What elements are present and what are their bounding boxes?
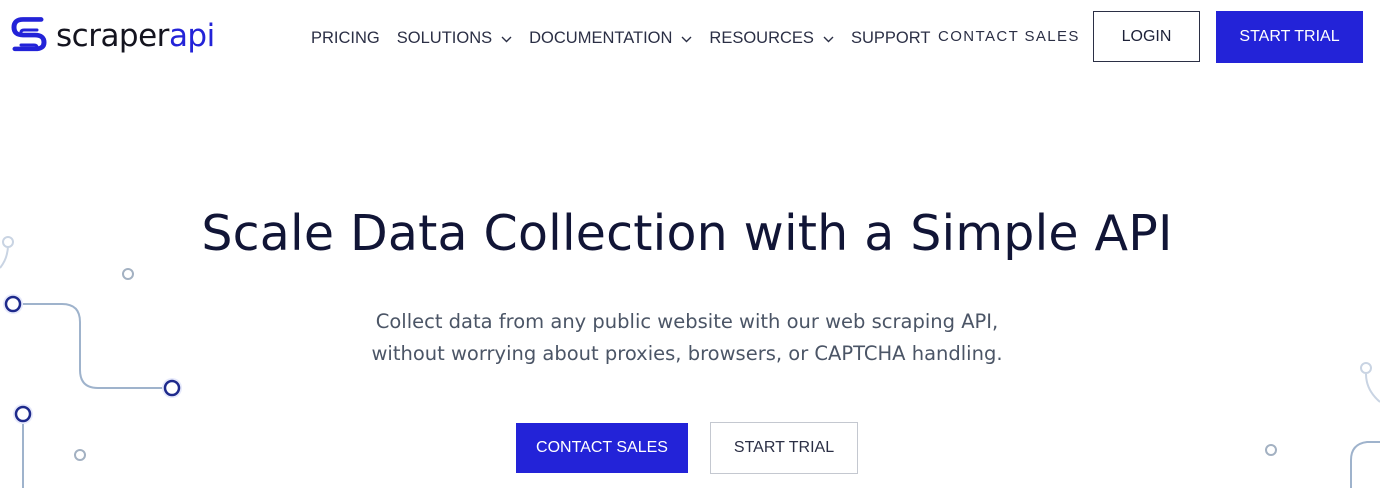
- nav-item-support[interactable]: SUPPORT: [851, 27, 930, 49]
- nav-item-label: PRICING: [311, 28, 380, 47]
- nav-item-pricing[interactable]: PRICING: [311, 27, 380, 49]
- nav-item-label: RESOURCES: [709, 28, 814, 47]
- chevron-down-icon: [501, 29, 512, 48]
- nav-item-documentation[interactable]: DOCUMENTATION: [529, 27, 692, 49]
- start-trial-button[interactable]: START TRIAL: [1216, 11, 1363, 63]
- contact-sales-link[interactable]: CONTACT SALES: [938, 28, 1080, 45]
- hero-start-trial-button[interactable]: START TRIAL: [710, 422, 858, 474]
- login-button[interactable]: LOGIN: [1093, 11, 1200, 62]
- brand-logo[interactable]: scraperapi: [10, 16, 215, 56]
- chevron-down-icon: [681, 29, 692, 48]
- nav-item-solutions[interactable]: SOLUTIONS: [397, 27, 512, 49]
- site-header: scraperapi PRICING SOLUTIONS DOCUMENTATI…: [0, 0, 1380, 76]
- nav-item-label: DOCUMENTATION: [529, 28, 673, 47]
- brand-name-part1: scraper: [56, 18, 169, 54]
- hero-subtitle-line2: without worrying about proxies, browsers…: [371, 342, 1003, 365]
- hero-contact-sales-button[interactable]: CONTACT SALES: [516, 423, 688, 473]
- hero-subtitle-line1: Collect data from any public website wit…: [375, 310, 999, 333]
- nav-item-label: SOLUTIONS: [396, 28, 493, 47]
- hero-subtitle: Collect data from any public website wit…: [0, 306, 1374, 370]
- brand-name: scraperapi: [56, 16, 215, 56]
- main-nav: PRICING SOLUTIONS DOCUMENTATION RESOURCE…: [311, 27, 947, 49]
- hero-title: Scale Data Collection with a Simple API: [201, 205, 1173, 262]
- nav-item-resources[interactable]: RESOURCES: [709, 27, 834, 49]
- nav-item-label: SUPPORT: [850, 28, 931, 47]
- chevron-down-icon: [823, 29, 834, 48]
- scraperapi-s-logo-icon: [10, 16, 48, 56]
- brand-name-part2: api: [168, 18, 215, 54]
